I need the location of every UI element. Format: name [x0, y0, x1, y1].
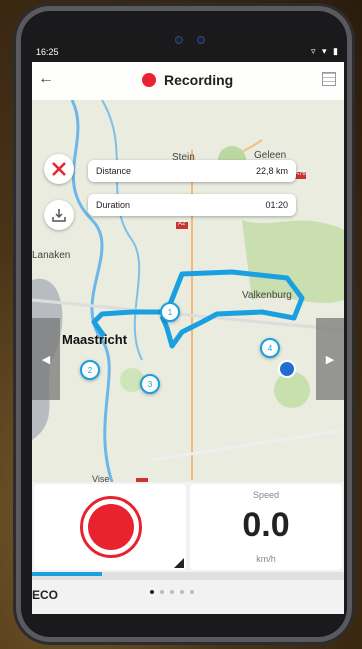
page-indicator	[150, 590, 194, 594]
duration-label: Duration	[96, 200, 131, 210]
bottom-panel: Speed 0.0 km/h ECO	[32, 482, 344, 614]
waypoint-1-label: 1	[167, 307, 173, 317]
speed-panel: Speed 0.0 km/h	[190, 484, 342, 570]
chevron-left-icon: ◀	[41, 353, 51, 366]
top-bar: ← Recording	[32, 62, 344, 100]
recording-title: Recording	[142, 72, 233, 88]
app-screen: 16:25 ▿ ▾ ▮ ← Recording Stein Geleen Lan…	[32, 44, 344, 614]
recording-label: Recording	[164, 72, 234, 88]
page-dot-4[interactable]	[180, 590, 184, 594]
status-bar: 16:25 ▿ ▾ ▮	[32, 44, 344, 62]
waypoint-4-label: 4	[267, 343, 273, 353]
road-label-a76: A76	[295, 171, 306, 177]
mode-label: ECO	[32, 588, 59, 602]
page-dot-5[interactable]	[190, 590, 194, 594]
map-label-maastricht: Maastricht	[62, 332, 128, 347]
grid-icon[interactable]	[322, 72, 336, 86]
speed-label: Speed	[252, 490, 280, 500]
page-dot-2[interactable]	[160, 590, 164, 594]
waypoint-2-label: 2	[87, 365, 93, 375]
map-label-valkenburg: Valkenburg	[242, 290, 292, 301]
page-dot-1[interactable]	[150, 590, 154, 594]
resize-corner-icon[interactable]	[174, 558, 184, 568]
previous-page-button[interactable]: ◀	[32, 318, 60, 400]
arrow-left-icon[interactable]: ←	[38, 70, 54, 88]
recording-indicator-icon	[142, 73, 156, 87]
waypoint-1[interactable]: 1	[160, 302, 180, 322]
status-time: 16:25	[36, 47, 59, 57]
progress-strip-fill	[32, 572, 102, 576]
close-button[interactable]	[44, 154, 74, 184]
current-location-icon	[278, 360, 296, 378]
map-label-lanaken: Lanaken	[32, 250, 71, 261]
road-label-a2: A2	[178, 221, 186, 227]
waypoint-3[interactable]: 3	[140, 374, 160, 394]
speed-value: 0.0	[242, 506, 290, 544]
distance-label: Distance	[96, 166, 132, 176]
duration-value: 01:20	[265, 200, 288, 210]
record-panel	[34, 484, 186, 570]
export-button[interactable]	[44, 200, 74, 230]
sensor-dot	[197, 36, 205, 44]
waypoint-4[interactable]: 4	[260, 338, 280, 358]
waypoint-3-label: 3	[147, 379, 153, 389]
record-button[interactable]	[80, 496, 142, 558]
speed-unit: km/h	[256, 554, 276, 564]
map-view[interactable]: Stein Geleen Lanaken Maastricht Valkenbu…	[32, 99, 344, 485]
waypoint-2[interactable]: 2	[80, 360, 100, 380]
close-icon	[52, 162, 66, 176]
distance-chip: Distance 22,8 km	[88, 160, 296, 182]
progress-strip	[32, 572, 344, 580]
distance-value: 22,8 km	[255, 166, 288, 176]
page-dot-3[interactable]	[170, 590, 174, 594]
status-icons: ▿ ▾ ▮	[311, 46, 340, 56]
duration-chip: Duration 01:20	[88, 194, 296, 216]
next-page-button[interactable]: ▶	[316, 318, 344, 400]
download-icon	[52, 209, 66, 222]
record-icon	[88, 504, 134, 550]
chevron-right-icon: ▶	[325, 353, 335, 366]
camera-dot	[175, 36, 183, 44]
